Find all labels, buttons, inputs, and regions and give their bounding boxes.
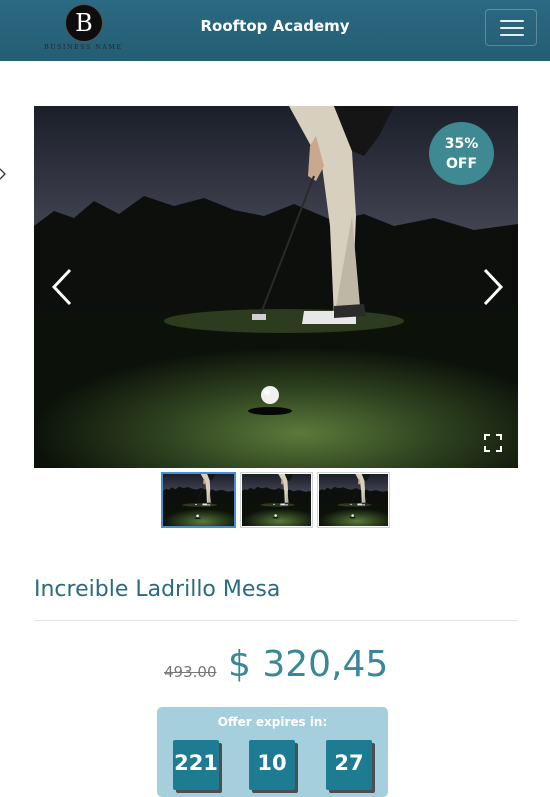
logo-text: BUSINESS NAME bbox=[44, 43, 123, 51]
countdown-hours: 10 bbox=[249, 740, 295, 790]
menu-toggle-button[interactable] bbox=[485, 9, 537, 46]
thumbnail-2[interactable] bbox=[240, 472, 313, 528]
product-title: Increible Ladrillo Mesa bbox=[34, 577, 281, 602]
hamburger-icon-bar bbox=[500, 34, 524, 36]
thumbnail-image bbox=[242, 474, 311, 526]
brand-title[interactable]: Rooftop Academy bbox=[0, 17, 550, 35]
chevron-right-icon[interactable] bbox=[481, 267, 505, 307]
title-divider bbox=[34, 620, 518, 621]
chevron-left-icon[interactable] bbox=[50, 267, 74, 307]
navbar: B BUSINESS NAME Rooftop Academy bbox=[0, 0, 550, 61]
original-price: 493.00 bbox=[164, 663, 217, 681]
hamburger-icon-bar bbox=[500, 27, 524, 29]
discount-badge: 35% OFF bbox=[429, 122, 494, 185]
countdown-minutes: 27 bbox=[326, 740, 372, 790]
discount-percent: 35% bbox=[444, 135, 479, 152]
discount-off-label: OFF bbox=[445, 155, 478, 172]
thumbnail-image bbox=[163, 474, 234, 526]
thumbnail-3[interactable] bbox=[317, 472, 390, 528]
offer-label: Offer expires in: bbox=[217, 715, 328, 729]
thumbnail-image bbox=[319, 474, 388, 526]
hamburger-icon bbox=[500, 20, 524, 22]
sale-price: $ 320,45 bbox=[228, 644, 389, 685]
fullscreen-icon[interactable] bbox=[482, 432, 504, 454]
chevron-right-icon[interactable] bbox=[0, 166, 7, 182]
countdown-days: 221 bbox=[173, 740, 219, 790]
offer-countdown: Offer expires in: 221 10 27 bbox=[157, 707, 388, 797]
thumbnail-1[interactable] bbox=[161, 472, 236, 528]
